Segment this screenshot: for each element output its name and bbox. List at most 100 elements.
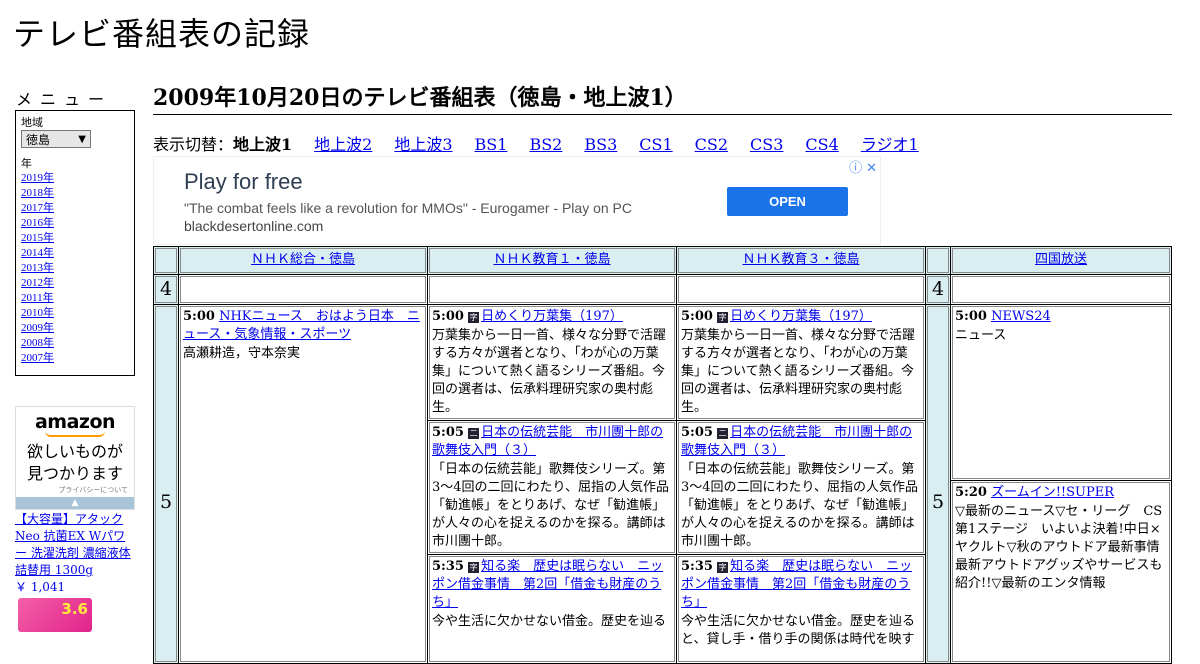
program-title-link[interactable]: ズームイン!!SUPER [991,485,1114,500]
amazon-product-image[interactable]: 3.6 [18,598,92,632]
amazon-expand-icon[interactable]: ▲ [16,497,134,509]
year-link-2007[interactable]: 2007年 [21,352,54,364]
program-cell: 5:35 字知る楽 歴史は眠らない ニッポン借金事情 第2回「借金も財産のうち」… [427,554,677,664]
year-link-2012[interactable]: 2012年 [21,277,54,289]
program-cell: 5:00 字日めくり万葉集（197） 万葉集から一日一首、様々な分野で活躍する方… [676,304,926,421]
program-time: 5:05 [681,425,713,440]
program-description: 今や生活に欠かせない借金。歴史を辿る [432,614,667,629]
program-description: 「日本の伝統芸能」歌舞伎シリーズ。第3～4回の二回にわたり、屈指の人気作品「勧進… [432,462,670,549]
year-link-2014[interactable]: 2014年 [21,247,54,259]
menu-heading: メニュー [16,90,113,109]
amazon-privacy-link[interactable]: プライバシーについて [16,485,134,495]
program-title-link[interactable]: 知る楽 歴史は眠らない ニッポン借金事情 第2回「借金も財産のうち」 [681,559,912,610]
bilingual-icon: 二 [717,428,729,439]
view-switcher: 表示切替：地上波1 地上波2 地上波3 BS1 BS2 BS3 CS1 CS2 CS3 CS4 ラジ… [153,135,941,155]
program-title-link[interactable]: 日本の伝統芸能 市川團十郎の歌舞伎入門（３） [681,425,912,458]
year-link-2017[interactable]: 2017年 [21,202,54,214]
program-title-link[interactable]: 知る楽 歴史は眠らない ニッポン借金事情 第2回「借金も財産のうち」 [432,559,663,610]
year-link-2010[interactable]: 2010年 [21,307,54,319]
amazon-product-badge: 3.6 [61,600,88,618]
program-title-link[interactable]: NHKニュース おはよう日本 ニュース・気象情報・スポーツ [183,309,420,342]
program-description: 高瀬耕造，守本奈実 [183,346,301,361]
ad-quote: "The combat feels like a revolution for … [184,200,632,216]
empty-slot [950,274,1172,305]
empty-slot [427,274,677,305]
close-icon[interactable]: ✕ [866,160,877,175]
empty-slot [178,274,428,305]
bilingual-icon: 二 [468,428,480,439]
chevron-down-icon: ▼ [78,133,86,145]
program-time: 5:00 [183,309,215,324]
switch-link-terrestrial2[interactable]: 地上波2 [314,135,372,154]
year-link-2009[interactable]: 2009年 [21,322,54,334]
channel-header: ＮＨＫ教育１・徳島 [427,246,677,275]
hour-column: 5 [153,304,179,664]
year-link-2013[interactable]: 2013年 [21,262,54,274]
program-title-link[interactable]: 日めくり万葉集（197） [730,309,872,324]
switch-link-cs4[interactable]: CS4 [805,135,838,154]
ad-controls: ⓘ ✕ [845,157,877,176]
year-link-2018[interactable]: 2018年 [21,187,54,199]
switch-link-bs2[interactable]: BS2 [529,135,562,154]
program-title-link[interactable]: 日本の伝統芸能 市川團十郎の歌舞伎入門（３） [432,425,663,458]
ad-open-button[interactable]: OPEN [727,187,848,216]
view-switcher-label: 表示切替： [153,135,234,154]
channel-link-nhk-sogo[interactable]: ＮＨＫ総合・徳島 [251,252,355,267]
program-cell: 5:20 ズームイン!!SUPER ▽最新のニュース▽セ・リーグ CS第1ステー… [950,480,1172,664]
program-time: 5:00 [955,309,987,324]
subtitle-icon: 字 [717,562,729,573]
amazon-tagline: 欲しいものが 見つかります [16,441,134,485]
switch-link-bs3[interactable]: BS3 [584,135,617,154]
program-title-link[interactable]: 日めくり万葉集（197） [481,309,623,324]
channel-link-shikoku[interactable]: 四国放送 [1035,252,1087,267]
ad-title[interactable]: Play for free [184,169,303,195]
switch-link-terrestrial3[interactable]: 地上波3 [394,135,452,154]
year-label: 年 [21,158,32,170]
display-ad[interactable]: Play for free "The combat feels like a r… [153,156,881,245]
program-cell: 5:35 字知る楽 歴史は眠らない ニッポン借金事情 第2回「借金も財産のうち」… [676,554,926,664]
year-link-2016[interactable]: 2016年 [21,217,54,229]
year-link-2019[interactable]: 2019年 [21,172,54,184]
ad-domain[interactable]: blackdesertonline.com [184,218,323,234]
year-link-2011[interactable]: 2011年 [21,292,54,304]
tv-schedule-grid: ＮＨＫ総合・徳島 ＮＨＫ教育１・徳島 ＮＨＫ教育３・徳島 四国放送 4 4 5 … [153,246,1172,664]
amazon-product-link[interactable]: 【大容量】アタック Neo 抗菌EX Wパワー 洗濯洗剤 濃縮液体 詰替用 13… [15,512,131,577]
amazon-product-price: ￥ 1,041 [15,580,66,594]
hour-cell: 5 [931,491,945,513]
corner-cell [153,246,179,275]
program-description: 万葉集から一日一首、様々な分野で活躍する方々が選者となり、「わが心の万葉集」につ… [432,328,667,415]
hour-cell: 4 [925,274,951,305]
program-title-link[interactable]: NEWS24 [991,309,1051,324]
channel-header: 四国放送 [950,246,1172,275]
amazon-tagline-line2: 見つかります [26,464,123,483]
switch-link-radio1[interactable]: ラジオ1 [861,135,919,154]
amazon-ad-banner[interactable]: amazon 欲しいものが 見つかります プライバシーについて ▲ [15,406,135,510]
channel-link-nhk-edu3[interactable]: ＮＨＫ教育３・徳島 [742,252,859,267]
program-cell: 5:05 二日本の伝統芸能 市川團十郎の歌舞伎入門（３） 「日本の伝統芸能」歌舞… [676,420,926,555]
program-cell: 5:00 NEWS24 ニュース [950,304,1172,481]
program-description: 「日本の伝統芸能」歌舞伎シリーズ。第3～4回の二回にわたり、屈指の人気作品「勧進… [681,462,919,549]
program-time: 5:35 [432,559,464,574]
hour-column: 5 [925,304,951,664]
subtitle-icon: 字 [468,312,480,323]
program-description: ▽最新のニュース▽セ・リーグ CS第1ステージ いよいよ決着!中日×ヤクルト▽秋… [955,504,1172,591]
amazon-logo: amazon [34,411,116,433]
program-cell: 5:00 字日めくり万葉集（197） 万葉集から一日一首、様々な分野で活躍する方… [427,304,677,421]
year-link-2008[interactable]: 2008年 [21,337,54,349]
region-label: 地域 [21,117,43,129]
program-time: 5:00 [432,309,464,324]
switch-link-cs2[interactable]: CS2 [695,135,728,154]
switch-link-cs1[interactable]: CS1 [639,135,672,154]
year-link-2015[interactable]: 2015年 [21,232,54,244]
amazon-product: 【大容量】アタック Neo 抗菌EX Wパワー 洗濯洗剤 濃縮液体 詰替用 13… [15,511,135,596]
ad-info-icon[interactable]: ⓘ [849,160,862,175]
switch-link-bs1[interactable]: BS1 [475,135,508,154]
year-list: 2019年 2018年 2017年 2016年 2015年 2014年 2013… [21,171,129,366]
empty-slot [676,274,926,305]
program-time: 5:05 [432,425,464,440]
menu-box: 地域 徳島 ▼ 年 2019年 2018年 2017年 2016年 2015年 … [15,110,135,376]
channel-link-nhk-edu1[interactable]: ＮＨＫ教育１・徳島 [493,252,610,267]
switch-link-cs3[interactable]: CS3 [750,135,783,154]
region-select[interactable]: 徳島 ▼ [21,130,91,148]
subtitle-icon: 字 [468,562,480,573]
